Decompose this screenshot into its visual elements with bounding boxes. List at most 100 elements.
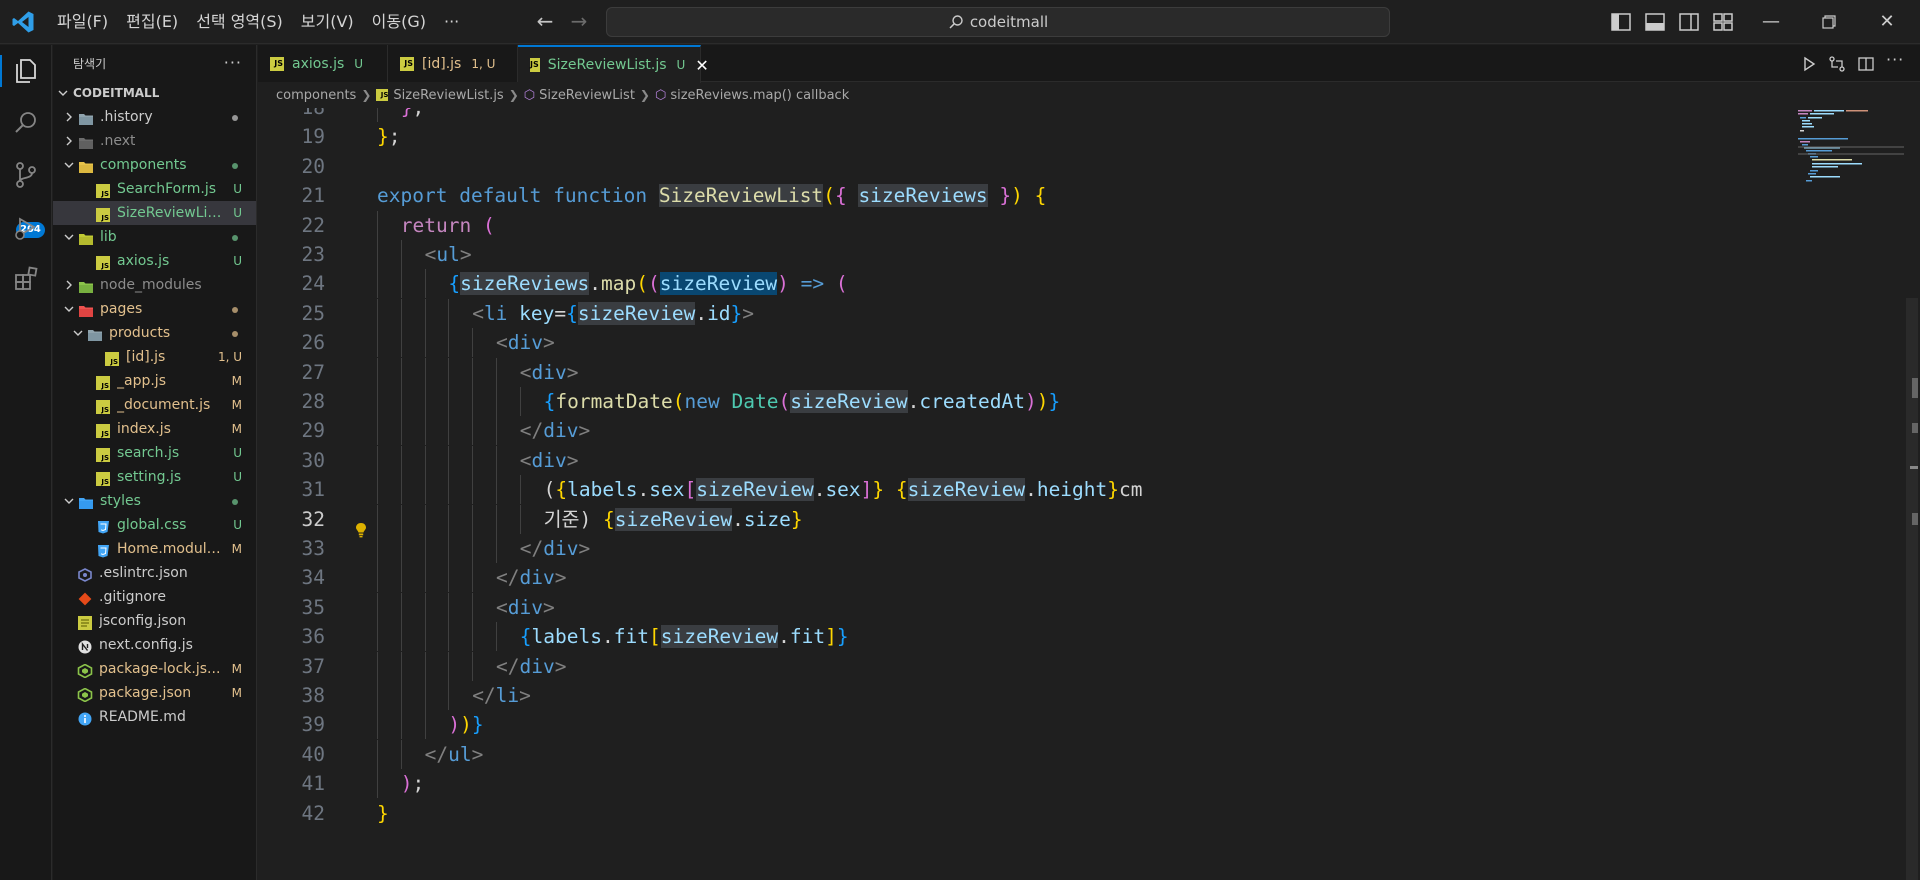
tree-file[interactable]: JS [id].js 1, U	[53, 345, 256, 369]
indent-guide	[472, 416, 474, 446]
customize-layout-icon[interactable]	[1712, 11, 1734, 33]
tree-folder[interactable]: lib	[53, 225, 256, 249]
code-line: 31 ({labels.sex[sizeReview.sex]} {sizeRev…	[258, 475, 1758, 505]
command-center-search[interactable]: codeitmall	[606, 7, 1390, 37]
breadcrumb-callback[interactable]: sizeReviews.map() callback	[670, 88, 849, 103]
menu-item[interactable]: 보기(V)	[292, 7, 363, 37]
menu-item[interactable]: 파일(F)	[48, 7, 117, 37]
tree-file[interactable]: JS index.js M	[53, 417, 256, 441]
menu-item[interactable]: 편집(E)	[117, 7, 187, 37]
tree-file[interactable]: JS axios.js U	[53, 249, 256, 273]
breadcrumb-folder[interactable]: components	[276, 88, 356, 103]
compare-changes-icon[interactable]	[1828, 55, 1846, 73]
indent-guide	[448, 475, 450, 505]
restore-icon[interactable]	[1814, 8, 1844, 36]
tree-file[interactable]: JS setting.js U	[53, 465, 256, 489]
tree-folder[interactable]: .next	[53, 129, 256, 153]
indent-guide	[448, 534, 450, 563]
code-token: (	[823, 184, 835, 208]
tree-folder[interactable]: products	[53, 321, 256, 345]
forward-arrow-icon[interactable]: →	[566, 10, 592, 34]
more-actions-icon[interactable]: ···	[224, 53, 242, 72]
workspace-root[interactable]: CODEITMALL	[53, 81, 256, 105]
tree-file[interactable]: JS SizeReviewList.js U	[53, 201, 256, 225]
code-line: 41);	[258, 769, 1758, 799]
breadcrumb: components ❯ JS SizeReviewList.js ❯ ⬡ Si…	[258, 83, 1920, 107]
readme-info-icon	[77, 710, 93, 726]
code-text: </ul>	[425, 740, 484, 769]
tree-file[interactable]: .gitignore	[53, 585, 256, 609]
tree-file[interactable]: next.config.js	[53, 633, 256, 657]
back-arrow-icon[interactable]: ←	[532, 10, 558, 34]
indent-guide	[400, 534, 402, 563]
editor-scrollbar[interactable]	[1904, 108, 1920, 880]
editor-more-actions-icon[interactable]: ···	[1886, 50, 1904, 69]
tree-file[interactable]: README.md	[53, 705, 256, 729]
tree-folder[interactable]: node_modules	[53, 273, 256, 297]
tree-folder[interactable]: .history	[53, 105, 256, 129]
tree-file[interactable]: JS SearchForm.js U	[53, 177, 256, 201]
editor-tabs: JS axios.js U JS [id].js 1, U JS SizeReviewList…	[258, 45, 1920, 83]
editor-tab[interactable]: JS [id].js 1, U	[388, 45, 518, 82]
code-token: ;	[388, 125, 401, 149]
more-menu-icon[interactable]: ···	[435, 7, 468, 37]
tree-file[interactable]: package-lock.js... M	[53, 657, 256, 681]
source-control-icon[interactable]	[10, 159, 42, 191]
js-file-icon: JS	[95, 374, 111, 390]
js-file-icon: JS	[95, 254, 111, 270]
tree-file[interactable]: Home.module.... M	[53, 537, 256, 561]
folder-icon	[78, 158, 94, 173]
code-editor[interactable]: 18},19};2021export default function Size…	[258, 108, 1920, 880]
extensions-icon[interactable]	[10, 263, 42, 295]
indent-guide	[377, 622, 378, 652]
tree-item-label: products	[109, 325, 171, 341]
active-indicator	[0, 55, 2, 87]
tree-file[interactable]: jsconfig.json	[53, 609, 256, 633]
split-editor-icon[interactable]	[1857, 55, 1875, 73]
menu-item[interactable]: 선택 영역(S)	[187, 7, 292, 37]
js-file-icon: JS	[400, 56, 414, 71]
editor-tab[interactable]: JS SizeReviewList.js U ✕	[518, 45, 709, 83]
indent-guide	[424, 445, 426, 475]
toggle-secondary-sidebar-icon[interactable]	[1678, 11, 1700, 33]
search-sidebar-icon[interactable]	[10, 107, 42, 139]
breadcrumb-component[interactable]: SizeReviewList	[539, 88, 635, 103]
editor-tab[interactable]: JS axios.js U	[258, 45, 388, 82]
run-file-icon[interactable]	[1800, 55, 1818, 73]
line-number: 35	[301, 595, 325, 619]
close-window-icon[interactable]: ✕	[1872, 8, 1902, 36]
tree-folder[interactable]: pages	[53, 297, 256, 321]
vscode-logo-icon[interactable]	[10, 10, 36, 34]
run-debug-icon[interactable]	[10, 211, 42, 243]
minimap[interactable]	[1796, 108, 1906, 208]
tree-item-label: jsconfig.json	[99, 613, 187, 629]
explorer-icon[interactable]	[10, 55, 42, 87]
tree-file[interactable]: JS _app.js M	[53, 369, 256, 393]
indent-guide	[448, 504, 450, 534]
tree-file[interactable]: JS _document.js M	[53, 393, 256, 417]
toggle-primary-sidebar-icon[interactable]	[1610, 11, 1632, 33]
code-token: <	[424, 243, 437, 266]
tree-file[interactable]: JS search.js U	[53, 441, 256, 465]
menu-item[interactable]: 이동(G)	[363, 7, 435, 37]
minimize-icon[interactable]: —	[1756, 8, 1786, 36]
tree-folder[interactable]: styles	[53, 489, 256, 513]
close-tab-icon[interactable]: ✕	[695, 56, 708, 75]
code-text: </div>	[520, 416, 590, 445]
tree-file[interactable]: package.json M	[53, 681, 256, 705]
code-token: {	[566, 301, 578, 325]
tree-folder[interactable]: components	[53, 153, 256, 177]
indent-guide	[424, 622, 426, 652]
tree-file[interactable]: .eslintrc.json	[53, 561, 256, 585]
code-token: {	[895, 478, 908, 502]
chevron-right-icon	[66, 112, 72, 122]
svg-text:JS: JS	[100, 454, 109, 462]
indent-guide	[424, 357, 426, 387]
toggle-panel-icon[interactable]	[1644, 11, 1666, 33]
lightbulb-icon[interactable]	[354, 522, 368, 538]
indent-guide	[496, 475, 497, 505]
tab-status: U	[676, 58, 686, 72]
breadcrumb-file[interactable]: SizeReviewList.js	[393, 88, 503, 103]
line-number: 29	[301, 419, 325, 443]
tree-file[interactable]: global.css U	[53, 513, 256, 537]
